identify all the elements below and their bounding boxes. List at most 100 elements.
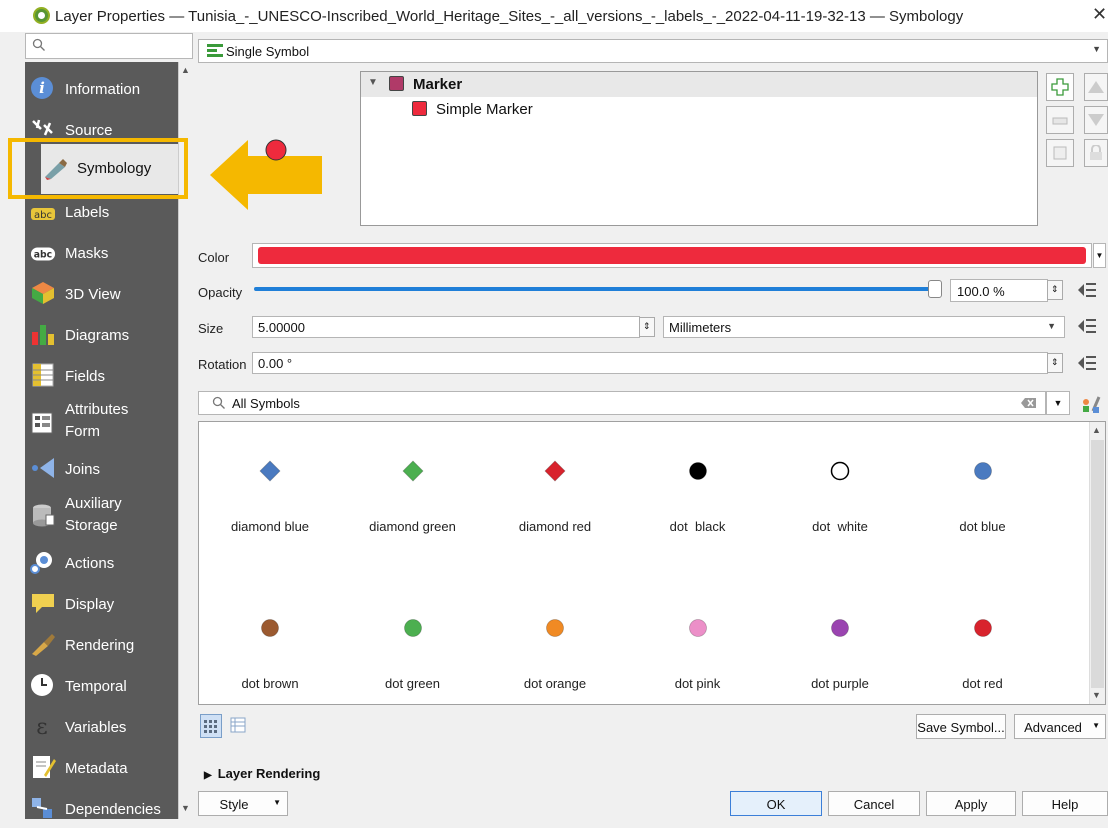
size-spinbox[interactable]: 5.00000 <box>252 316 640 338</box>
cancel-button[interactable]: Cancel <box>828 791 920 816</box>
size-unit-value: Millimeters <box>669 320 732 335</box>
symbol-item[interactable] <box>912 617 1054 642</box>
color-menu-button[interactable]: ▼ <box>1093 243 1106 268</box>
symbol-grid-scrollbar[interactable]: ▲ ▼ <box>1089 422 1105 704</box>
scroll-up-icon[interactable]: ▲ <box>181 65 190 75</box>
diamond-marker-icon <box>544 460 566 482</box>
list-view-button[interactable] <box>228 714 250 738</box>
apply-button[interactable]: Apply <box>926 791 1016 816</box>
triangle-down-icon <box>1088 114 1104 126</box>
chevron-down-icon: ▼ <box>1095 251 1104 260</box>
scroll-up-icon[interactable]: ▲ <box>1092 425 1101 435</box>
simple-marker-icon <box>412 101 427 116</box>
sidebar-item-fields[interactable]: Fields <box>25 354 178 395</box>
add-layer-button[interactable] <box>1046 73 1074 101</box>
window-title: Layer Properties — Tunisia_-_UNESCO-Insc… <box>55 8 964 25</box>
symbol-item[interactable] <box>484 617 626 642</box>
help-button[interactable]: Help <box>1022 791 1108 816</box>
rendering-icon <box>32 634 55 656</box>
opacity-spin-buttons[interactable]: ⇕ <box>1047 280 1063 300</box>
marker-icon <box>389 76 404 91</box>
symbol-search-value: All Symbols <box>232 396 300 411</box>
save-symbol-button[interactable]: Save Symbol... <box>916 714 1006 739</box>
opacity-spinbox[interactable]: 100.0 % <box>950 279 1048 302</box>
symbol-layer-tree[interactable]: ▼ Marker Simple Marker <box>360 71 1038 226</box>
tree-item-marker[interactable]: ▼ Marker <box>361 72 1037 97</box>
opacity-label: Opacity <box>198 285 243 300</box>
size-value: 5.00000 <box>258 320 305 335</box>
sidebar-item-actions[interactable]: Actions <box>25 541 178 582</box>
scroll-down-icon[interactable]: ▼ <box>181 803 190 813</box>
sidebar-item-rendering[interactable]: Rendering <box>25 623 178 664</box>
rotation-spinbox[interactable]: 0.00 ° <box>252 352 1048 374</box>
renderer-select[interactable]: Single Symbol ▼ <box>198 39 1108 63</box>
spin-icon: ⇕ <box>643 321 651 331</box>
symbol-item[interactable] <box>627 617 769 642</box>
symbol-item[interactable] <box>199 617 341 642</box>
style-button[interactable]: Style ▼ <box>198 791 288 816</box>
move-down-button[interactable] <box>1084 106 1108 134</box>
metadata-icon <box>33 756 56 778</box>
ok-button[interactable]: OK <box>730 791 822 816</box>
symbol-item[interactable] <box>342 460 484 485</box>
symbol-search-input[interactable]: All Symbols <box>198 391 1046 415</box>
sidebar-item-temporal[interactable]: Temporal <box>25 664 178 705</box>
sidebar-item-dependencies[interactable]: Dependencies <box>25 787 178 828</box>
symbol-item[interactable] <box>199 460 341 485</box>
move-up-button[interactable] <box>1084 73 1108 101</box>
sidebar-item-3d-view[interactable]: 3D View <box>25 272 178 313</box>
sidebar-search-input[interactable] <box>25 33 193 59</box>
duplicate-icon <box>1053 146 1067 160</box>
clock-icon <box>31 674 53 696</box>
symbol-name: dot green <box>385 676 440 691</box>
symbol-item[interactable] <box>342 617 484 642</box>
scrollbar-thumb[interactable] <box>1091 440 1104 688</box>
masks-icon: abc <box>30 247 56 261</box>
layer-rendering-toggle[interactable]: ▶ Layer Rendering <box>204 766 320 781</box>
style-manager-icon[interactable] <box>1081 394 1103 414</box>
symbol-item[interactable] <box>484 460 626 485</box>
spin-icon: ⇕ <box>1051 357 1059 367</box>
data-defined-override-icon[interactable] <box>1076 354 1098 372</box>
lock-layer-button[interactable] <box>1084 139 1108 167</box>
symbol-filter-menu[interactable]: ▼ <box>1046 391 1070 415</box>
style-label: Style <box>219 797 249 812</box>
color-button[interactable] <box>252 243 1092 268</box>
sidebar-item-masks[interactable]: abc Masks <box>25 231 178 272</box>
symbol-grid[interactable]: diamond blue diamond green diamond red dot … <box>198 421 1106 705</box>
remove-layer-button[interactable] <box>1046 106 1074 134</box>
sidebar-item-attributes-form[interactable]: Attributes Form <box>25 399 178 443</box>
clear-icon[interactable] <box>1021 397 1037 409</box>
sidebar-item-label: Joins <box>65 461 101 478</box>
sidebar-item-auxiliary-storage[interactable]: Auxiliary Storage <box>25 493 178 537</box>
sidebar-item-information[interactable]: i Information <box>25 67 178 108</box>
tree-item-simple-marker[interactable]: Simple Marker <box>361 97 1037 121</box>
symbol-item[interactable] <box>769 617 911 642</box>
grid-view-icon <box>204 720 217 733</box>
size-unit-select[interactable]: Millimeters ▼ <box>663 316 1065 338</box>
opacity-slider[interactable] <box>254 280 942 298</box>
symbol-item[interactable] <box>912 460 1054 485</box>
symbol-item[interactable] <box>627 460 769 485</box>
size-spin-buttons[interactable]: ⇕ <box>639 317 655 337</box>
data-defined-override-icon[interactable] <box>1076 317 1098 335</box>
sidebar-item-metadata[interactable]: Metadata <box>25 746 178 787</box>
advanced-button[interactable]: Advanced ▼ <box>1014 714 1106 739</box>
duplicate-layer-button[interactable] <box>1046 139 1074 167</box>
close-icon[interactable]: ✕ <box>1092 4 1107 25</box>
collapse-icon[interactable]: ▼ <box>368 77 378 88</box>
data-defined-override-icon[interactable] <box>1076 281 1098 299</box>
symbol-item[interactable] <box>769 460 911 485</box>
symbol-name: dot orange <box>523 676 587 691</box>
advanced-label: Advanced <box>1024 720 1082 735</box>
sidebar-item-label: Information <box>65 81 141 98</box>
cube-icon <box>32 282 54 304</box>
scroll-down-icon[interactable]: ▼ <box>1092 690 1101 700</box>
opacity-slider-handle[interactable] <box>928 280 942 298</box>
rotation-spin-buttons[interactable]: ⇕ <box>1047 353 1063 373</box>
sidebar-item-joins[interactable]: Joins <box>25 447 178 488</box>
sidebar-item-display[interactable]: Display <box>25 582 178 623</box>
sidebar-item-variables[interactable]: ε Variables <box>25 705 178 746</box>
icon-view-button[interactable] <box>200 714 222 738</box>
sidebar-item-diagrams[interactable]: Diagrams <box>25 313 178 354</box>
